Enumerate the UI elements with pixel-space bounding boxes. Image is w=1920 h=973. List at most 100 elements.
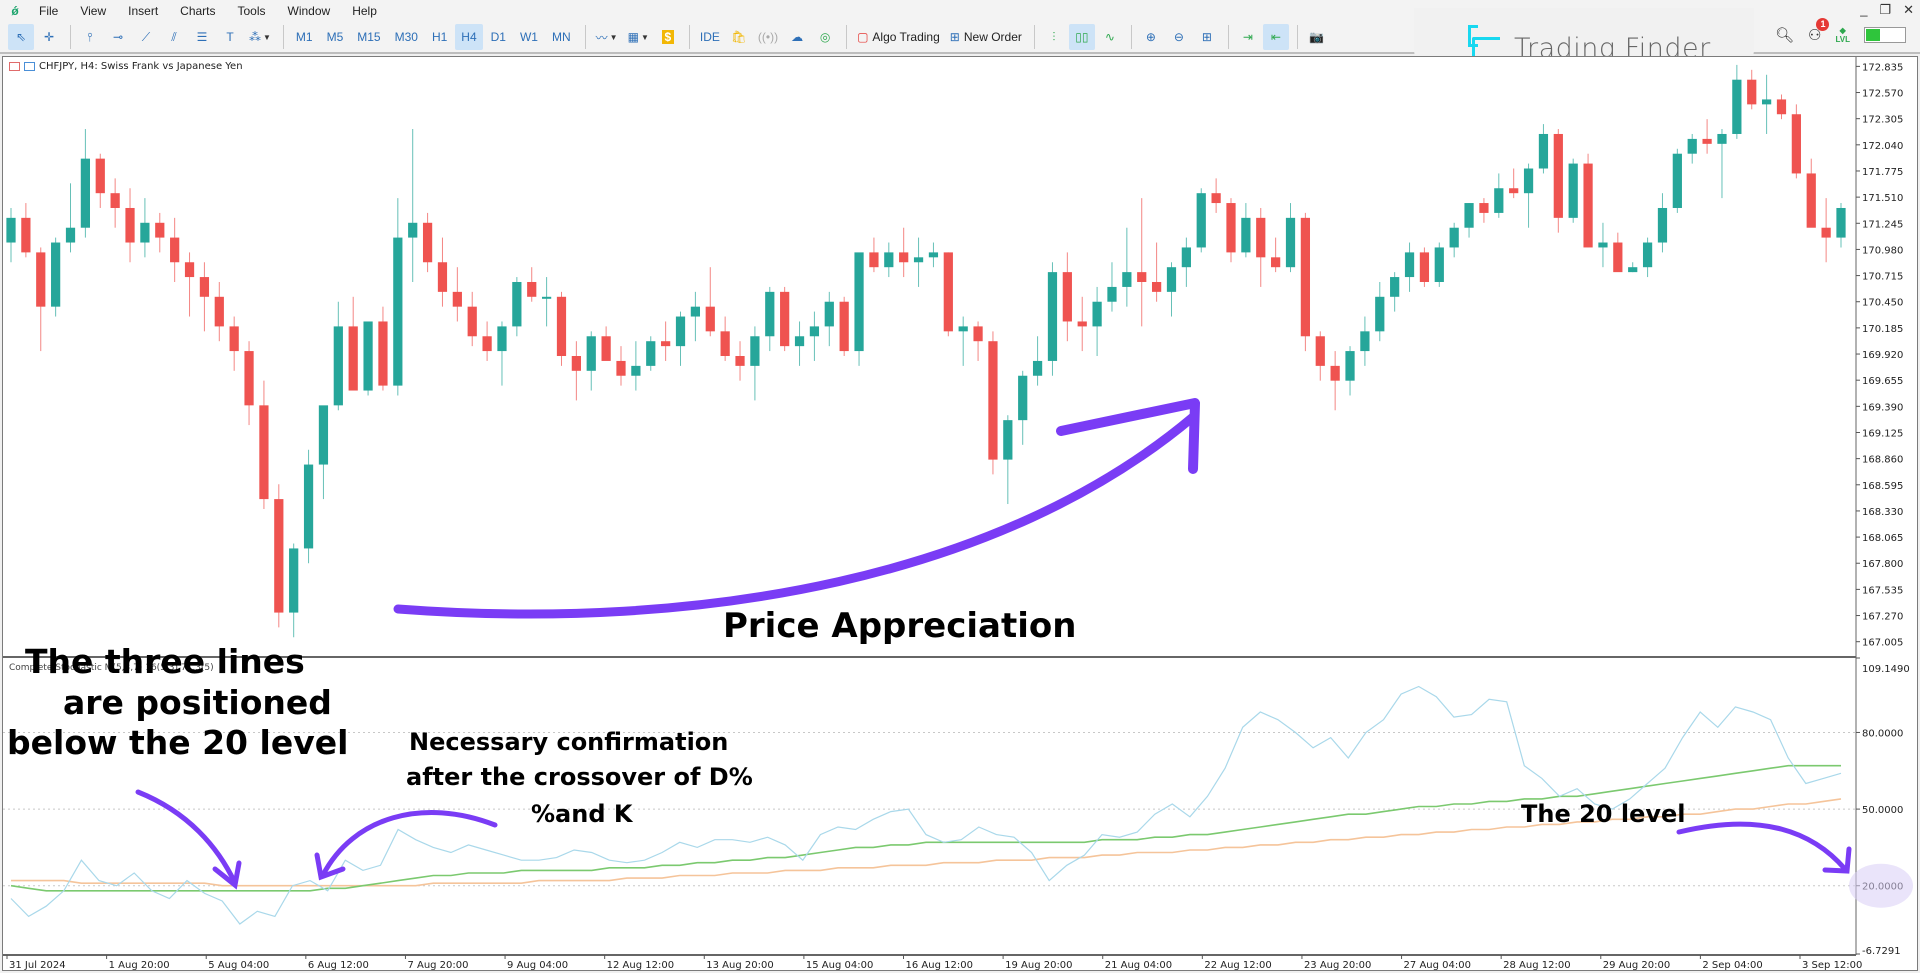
candle-body [65, 227, 76, 243]
fibonacci-icon: ☰ [196, 30, 208, 44]
candle [1449, 222, 1459, 258]
close-button[interactable]: ✕ [1903, 2, 1914, 18]
candle [422, 212, 433, 273]
zoom-out-button[interactable]: ⊖ [1166, 24, 1192, 50]
candle-body [646, 341, 656, 366]
cursor-icon: ⇖ [15, 30, 27, 44]
candle [408, 129, 418, 282]
price-appreciation-arrow [393, 412, 1198, 619]
menu-help[interactable]: Help [341, 0, 388, 22]
candle-body [244, 351, 254, 406]
candle [646, 336, 656, 371]
price-tick-label: 168.330 [1862, 507, 1903, 518]
account-button[interactable]: ⚇ 1 [1808, 18, 1830, 44]
timeframe-m1[interactable]: M1 [290, 24, 319, 50]
chart-canvas[interactable]: 172.835 172.570 172.305 172.040 171.775 171.5… [3, 57, 1919, 972]
vertical-line-button[interactable]: ⫯ [77, 24, 103, 50]
candle [1181, 237, 1191, 287]
candle-body [571, 356, 581, 371]
candle [1806, 158, 1816, 228]
candle [1077, 296, 1087, 352]
candle [1747, 69, 1757, 110]
trendline-button[interactable]: ⟋ [133, 24, 159, 50]
chart-shift-button[interactable]: ⇤ [1262, 24, 1289, 50]
timeframe-w1[interactable]: W1 [514, 24, 544, 50]
fibonacci-button[interactable]: ☰ [189, 24, 215, 50]
bar-chart-button[interactable]: ⫶ [1041, 24, 1067, 50]
timeframe-d1[interactable]: D1 [485, 24, 512, 50]
candle [1003, 415, 1013, 505]
timeframe-mn[interactable]: MN [546, 24, 577, 50]
timeframe-h1[interactable]: H1 [426, 24, 453, 50]
candle-body [1300, 217, 1311, 337]
indicators-button[interactable]: 〰 ▼ [592, 24, 622, 50]
minimize-button[interactable]: _ [1860, 2, 1867, 18]
menu-tools[interactable]: Tools [227, 0, 277, 22]
vps-button[interactable]: ☁ [784, 24, 810, 50]
candle [452, 267, 462, 322]
cursor-tool-button[interactable]: ⇖ [8, 24, 34, 50]
new-order-button[interactable]: ⊞ New Order [946, 24, 1026, 50]
candle-body [1494, 188, 1504, 213]
text-tool-button[interactable]: T [217, 24, 243, 50]
candle [303, 449, 314, 564]
tile-windows-button[interactable]: ⊞ [1194, 24, 1220, 50]
candle-body [378, 321, 388, 386]
menu-insert[interactable]: Insert [117, 0, 169, 22]
candle-body [452, 291, 462, 307]
time-tick-label: 23 Aug 20:00 [1304, 960, 1371, 971]
autoscroll-button[interactable]: ⇥ [1235, 24, 1261, 50]
candle [1241, 203, 1251, 258]
candle-body [36, 252, 46, 307]
price-tick-label: 171.775 [1862, 167, 1903, 178]
chart-window[interactable]: CHFJPY, H4: Swiss Frank vs Japanese Yen … [2, 56, 1918, 971]
algo-trading-button[interactable]: ▢ Algo Trading [853, 24, 944, 50]
channel-button[interactable]: ⫽ [161, 24, 187, 50]
search-button[interactable]: 🔍︎ [1775, 26, 1794, 44]
line-chart-button[interactable]: ∿ [1097, 24, 1123, 50]
candle-body [1151, 281, 1162, 292]
zoom-in-button[interactable]: ⊕ [1138, 24, 1164, 50]
market-button[interactable]: $ [655, 24, 681, 50]
timeframe-m15[interactable]: M15 [351, 24, 386, 50]
price-tick-label: 171.510 [1862, 193, 1903, 204]
price-tick-label: 172.570 [1862, 89, 1903, 100]
timeframe-m5[interactable]: M5 [321, 24, 350, 50]
candle-body [1390, 277, 1400, 297]
confirmation-annotation: Necessary confirmation [409, 728, 728, 756]
menu-charts[interactable]: Charts [169, 0, 226, 22]
templates-button[interactable]: ▦ ▼ [624, 24, 653, 50]
shapes-button[interactable]: ⁂ ▼ [245, 24, 275, 50]
market-bag-button[interactable]: 🛍 [726, 24, 752, 50]
candle-body [720, 331, 730, 357]
candle [1107, 262, 1117, 312]
indicator-tick-label: 50.0000 [1862, 805, 1903, 816]
menu-view[interactable]: View [69, 0, 117, 22]
price-tick-label: 167.270 [1862, 612, 1903, 623]
dollar-icon: $ [661, 30, 675, 44]
signals-button[interactable]: ((•)) [754, 24, 782, 50]
candlestick-button[interactable]: ▯▯ [1068, 24, 1095, 50]
candle [1375, 281, 1385, 342]
time-tick-label: 29 Aug 20:00 [1603, 960, 1670, 971]
timeframe-h4[interactable]: H4 [455, 24, 483, 50]
candle-body [541, 296, 552, 299]
candle-body [110, 193, 120, 208]
chevron-down-icon: ▼ [640, 32, 649, 42]
ide-button[interactable]: IDE [696, 24, 724, 50]
menu-window[interactable]: Window [277, 0, 342, 22]
candle-body [1271, 257, 1281, 268]
crosshair-tool-button[interactable]: ✛ [36, 24, 62, 50]
candle [1047, 262, 1058, 376]
radar-button[interactable]: ◎ [812, 24, 838, 50]
menu-file[interactable]: File [28, 0, 69, 22]
candle-body [170, 237, 180, 263]
candle-body [1702, 138, 1712, 144]
horizontal-line-button[interactable]: ⊸ [105, 24, 131, 50]
price-tick-label: 172.835 [1862, 62, 1903, 73]
timeframe-m30[interactable]: M30 [389, 24, 424, 50]
search-icon: 🔍︎ [1774, 27, 1795, 44]
screenshot-button[interactable]: 📷 [1304, 24, 1330, 50]
zoom-out-icon: ⊖ [1173, 30, 1184, 44]
restore-button[interactable]: ❐ [1879, 2, 1891, 18]
